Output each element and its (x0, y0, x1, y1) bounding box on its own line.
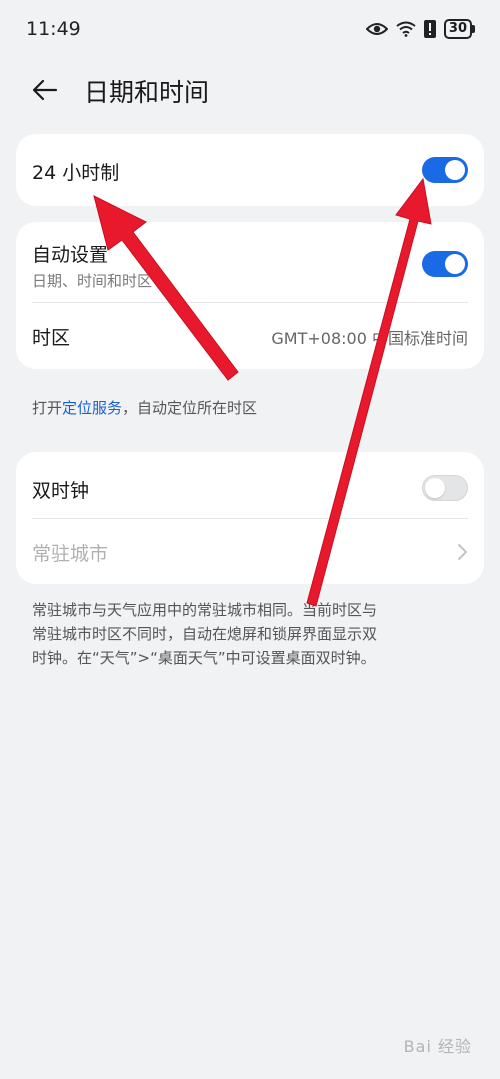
note-suffix: ，自动定位所在时区 (122, 399, 258, 417)
dual-clock-toggle[interactable] (422, 475, 468, 501)
auto-toggle[interactable] (422, 251, 468, 277)
note-line: 常驻城市时区不同时，自动在熄屏和锁屏界面显示双 (32, 625, 378, 643)
status-time: 11:49 (26, 18, 81, 40)
chevron-right-icon (458, 544, 467, 560)
page-title: 日期和时间 (84, 78, 210, 107)
timezone-row[interactable]: 时区 GMT+08:00 中国标准时间 (16, 303, 484, 369)
note-line: 时钟。在“天气”>“桌面天气”中可设置桌面双时钟。 (32, 649, 376, 667)
auto-card: 自动设置 日期、时间和时区 时区 GMT+08:00 中国标准时间 (16, 222, 484, 369)
toggle-knob (445, 160, 465, 180)
toggle-knob (445, 254, 465, 274)
auto-sublabel: 日期、时间和时区 (32, 272, 153, 290)
dual-clock-label: 双时钟 (32, 480, 90, 502)
resident-city-row[interactable]: 常驻城市 (16, 519, 484, 584)
toggle-knob (425, 478, 445, 498)
resident-city-label: 常驻城市 (32, 543, 109, 565)
hour24-card: 24 小时制 (16, 134, 484, 206)
dual-clock-note: 常驻城市与天气应用中的常驻城市相同。当前时区与 常驻城市时区不同时，自动在熄屏和… (32, 598, 377, 670)
location-note: 打开定位服务，自动定位所在时区 (32, 396, 257, 420)
note-line: 常驻城市与天气应用中的常驻城市相同。当前时区与 (32, 601, 378, 619)
eye-icon (365, 23, 388, 35)
alert-icon (423, 20, 436, 38)
timezone-value: GMT+08:00 中国标准时间 (271, 329, 468, 348)
hour24-label: 24 小时制 (32, 162, 120, 184)
dual-clock-card: 双时钟 常驻城市 (16, 452, 484, 584)
header: 日期和时间 (0, 64, 500, 114)
status-icons: 30 (365, 18, 476, 40)
back-arrow-icon[interactable] (28, 73, 62, 107)
location-service-link[interactable]: 定位服务 (62, 399, 122, 417)
auto-label: 自动设置 (32, 244, 109, 266)
note-prefix: 打开 (32, 399, 63, 417)
wifi-icon (396, 21, 416, 37)
battery-icon: 30 (443, 19, 476, 39)
watermark: Bai 经验 (403, 1037, 472, 1056)
hour24-toggle[interactable] (422, 157, 468, 183)
timezone-label: 时区 (32, 327, 71, 349)
status-bar: 11:49 30 (0, 0, 500, 56)
